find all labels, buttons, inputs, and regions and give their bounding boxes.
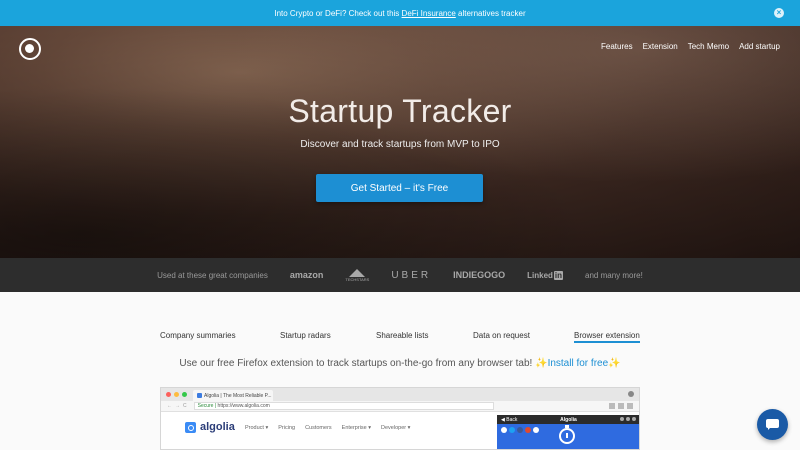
chat-bubble-icon[interactable] <box>757 409 788 440</box>
close-icon[interactable]: × <box>774 8 784 18</box>
tab-browser-extension[interactable]: Browser extension <box>574 331 640 343</box>
menu-developer: Developer ▾ <box>381 425 411 431</box>
stopwatch-icon <box>559 425 575 444</box>
nav-extension[interactable]: Extension <box>643 42 678 51</box>
extension-popup: ◀ Back Algolia <box>497 415 639 449</box>
facebook-icon <box>517 427 523 433</box>
browser-preview-image: Algolia | The Most Reliable P... ←→C Sec… <box>160 387 640 450</box>
techstars-label: TECHSTARS <box>345 276 370 282</box>
favicon-icon <box>197 393 202 398</box>
star-icon <box>620 417 624 421</box>
tab-data-on-request[interactable]: Data on request <box>473 331 530 340</box>
extension-tagline: Use our free Firefox extension to track … <box>0 358 800 369</box>
browser-tab: Algolia | The Most Reliable P... <box>193 390 273 401</box>
link-icon <box>501 427 507 433</box>
amazon-logo: amazon <box>289 270 324 280</box>
used-by-bar: Used at these great companies amazon TEC… <box>0 258 800 292</box>
url-text: https://www.algolia.com <box>217 403 270 409</box>
menu-icon <box>627 403 633 409</box>
menu-product: Product ▾ <box>245 425 269 431</box>
url-secure: Secure <box>197 403 214 409</box>
maximize-dot-icon <box>182 392 187 397</box>
extension-header: ◀ Back Algolia <box>497 415 639 424</box>
crunchbase-icon <box>533 427 539 433</box>
extension-title: Algolia <box>560 416 577 423</box>
extension-icon <box>618 403 624 409</box>
twitter-icon <box>509 427 515 433</box>
browser-address-bar: ←→C Secure | https://www.algolia.com <box>161 401 639 412</box>
linkedin-text: Linked <box>527 270 553 280</box>
nav-tech-memo[interactable]: Tech Memo <box>688 42 729 51</box>
gear-icon <box>626 417 630 421</box>
banner-text: Into Crypto or DeFi? Check out this <box>274 8 400 18</box>
producthunt-icon <box>525 427 531 433</box>
hero-subtitle: Discover and track startups from MVP to … <box>300 139 500 150</box>
circle-logo-icon[interactable] <box>19 38 41 60</box>
browser-titlebar: Algolia | The Most Reliable P... <box>161 388 639 401</box>
nav-add-startup[interactable]: Add startup <box>739 42 780 51</box>
feature-tabs: Company summaries Startup radars Shareab… <box>0 331 800 345</box>
algolia-logo: algolia <box>185 421 235 433</box>
close-icon <box>632 417 636 421</box>
extension-icons <box>609 403 633 409</box>
banner-text-after: alternatives tracker <box>458 8 526 18</box>
get-started-button[interactable]: Get Started – it's Free <box>316 174 483 202</box>
extension-controls <box>620 417 636 421</box>
tab-company-summaries[interactable]: Company summaries <box>160 331 236 340</box>
install-link[interactable]: Install for free <box>548 358 609 369</box>
linkedin-box: in <box>553 270 564 280</box>
url-field: Secure | https://www.algolia.com <box>193 402 494 410</box>
announcement-banner: Into Crypto or DeFi? Check out this DeFi… <box>0 0 800 26</box>
algolia-mark-icon <box>185 421 196 433</box>
banner-link[interactable]: DeFi Insurance <box>402 9 456 18</box>
mountain-icon <box>349 268 366 277</box>
menu-enterprise: Enterprise ▾ <box>341 425 372 431</box>
site-menu: Product ▾ Pricing Customers Enterprise ▾… <box>245 425 410 431</box>
top-nav: Features Extension Tech Memo Add startup <box>601 42 780 51</box>
used-by-tail: and many more! <box>585 270 643 280</box>
minimize-dot-icon <box>174 392 179 397</box>
nav-features[interactable]: Features <box>601 42 633 51</box>
user-icon <box>628 391 634 397</box>
tab-startup-radars[interactable]: Startup radars <box>280 331 331 340</box>
used-by-lead: Used at these great companies <box>157 270 268 280</box>
hero-section: Features Extension Tech Memo Add startup… <box>0 26 800 258</box>
close-dot-icon <box>166 392 171 397</box>
hero-title: Startup Tracker <box>288 93 512 129</box>
star-icon <box>609 403 615 409</box>
indiegogo-logo: INDIEGOGO <box>453 270 506 280</box>
nav-arrows-icon: ←→C <box>167 403 190 409</box>
sparkle-icon: ✨ <box>608 358 621 369</box>
sparkle-icon: ✨ <box>535 358 548 369</box>
tagline-text: Use our free Firefox extension to track … <box>179 358 533 369</box>
browser-tab-title: Algolia | The Most Reliable P... <box>204 392 272 399</box>
extension-social-icons <box>501 427 539 433</box>
uber-logo: UBER <box>391 269 432 281</box>
techstars-logo: TECHSTARS <box>345 268 370 282</box>
tab-shareable-lists[interactable]: Shareable lists <box>376 331 428 340</box>
linkedin-logo: Linked in <box>527 270 564 280</box>
menu-customers: Customers <box>305 425 332 431</box>
algolia-name: algolia <box>200 421 235 433</box>
menu-pricing: Pricing <box>278 425 296 431</box>
